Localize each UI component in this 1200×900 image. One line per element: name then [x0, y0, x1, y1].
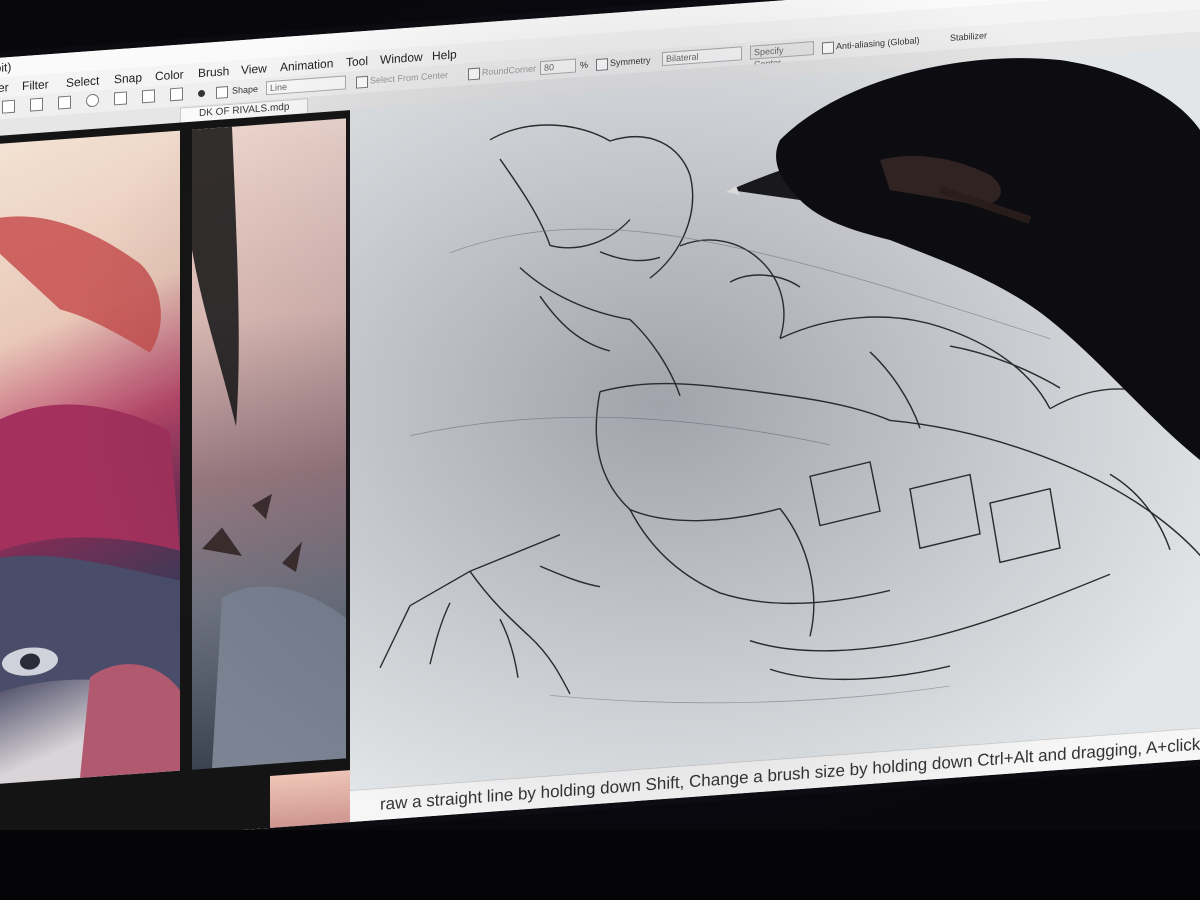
reference-comic-panels: [0, 110, 350, 850]
perspective-grid-icon[interactable]: [58, 95, 71, 110]
line-art-drawing: [379, 124, 1200, 704]
shape-select[interactable]: Line: [266, 75, 346, 96]
menu-item-window[interactable]: Window: [380, 50, 423, 67]
menu-item-view[interactable]: View: [241, 61, 267, 77]
symmetry-label: Symmetry: [610, 55, 651, 69]
symmetry-select[interactable]: Bilateral: [662, 46, 742, 67]
round-corner-label: RoundCorner: [482, 63, 537, 78]
round-corner-checkbox[interactable]: [468, 67, 480, 81]
menu-item-help[interactable]: Help: [432, 47, 457, 63]
antialiasing-checkbox[interactable]: [822, 41, 834, 55]
comic-panel-bottom: [270, 770, 350, 836]
tablet-screen: 4bit) — □ ✕ er Filter Select Snap Color …: [0, 0, 1200, 850]
antialiasing-label: Anti-aliasing (Global): [836, 35, 920, 52]
select-from-center-checkbox[interactable]: [356, 75, 368, 89]
grid-icon[interactable]: [30, 97, 43, 112]
shape-label: Shape: [232, 83, 259, 96]
menu-item-filter[interactable]: Filter: [22, 77, 49, 93]
menu-item-snap[interactable]: Snap: [114, 70, 142, 86]
menu-item-brush[interactable]: Brush: [198, 64, 229, 80]
dot-icon[interactable]: [198, 89, 205, 98]
grid-icon[interactable]: [2, 99, 15, 114]
menu-item-color[interactable]: Color: [155, 67, 184, 83]
menu-item-layer[interactable]: er: [0, 80, 9, 95]
shape-checkbox[interactable]: [216, 86, 228, 99]
stabilizer-label: Stabilizer: [950, 30, 988, 44]
round-corner-unit: %: [580, 59, 589, 71]
desk-shadow: [0, 830, 1200, 900]
canvas-sheet[interactable]: [350, 44, 1200, 791]
comic-panel-left: [0, 130, 180, 787]
symmetry-checkbox[interactable]: [596, 58, 608, 72]
menu-item-animation[interactable]: Animation: [280, 56, 333, 74]
grid-icon[interactable]: [142, 89, 155, 104]
comic-panel-right: [192, 118, 346, 770]
grid-icon[interactable]: [114, 91, 127, 106]
drawing-canvas[interactable]: [350, 44, 1200, 791]
grid-icon[interactable]: [170, 87, 183, 102]
menu-item-select[interactable]: Select: [66, 74, 99, 90]
window-title: 4bit): [0, 59, 12, 76]
photo-scene: 4bit) — □ ✕ er Filter Select Snap Color …: [0, 0, 1200, 900]
menu-item-tool[interactable]: Tool: [346, 54, 368, 70]
specify-center-button[interactable]: Specify Center: [750, 41, 814, 69]
concentric-icon[interactable]: [86, 93, 99, 108]
select-from-center-label: Select From Center: [370, 69, 449, 86]
round-corner-value[interactable]: 80: [540, 58, 576, 76]
